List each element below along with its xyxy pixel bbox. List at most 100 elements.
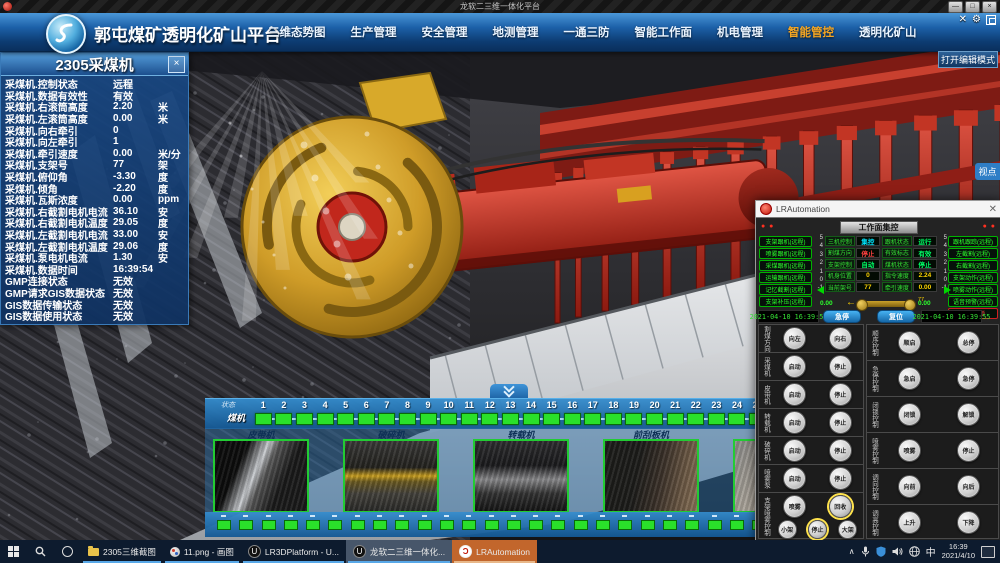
nav-item[interactable]: 智能工作面	[635, 24, 693, 40]
close-icon[interactable]: ✕	[989, 204, 997, 215]
follow-mode-button[interactable]: 喷雾动作(远程)	[948, 284, 998, 295]
control-button[interactable]: 启动	[783, 411, 806, 434]
control-button[interactable]: 大架	[838, 520, 857, 539]
control-button[interactable]: 向左	[783, 327, 806, 350]
control-button[interactable]: 停止	[829, 411, 852, 434]
scale-tick: 2	[814, 259, 823, 267]
close-icon[interactable]: ×	[168, 56, 185, 73]
control-button[interactable]: 启动	[783, 383, 806, 406]
control-button[interactable]: 启动	[783, 467, 806, 490]
camera-thumbnail[interactable]	[603, 439, 699, 513]
collapse-panel-tab[interactable]	[490, 384, 528, 398]
camera-thumbnail[interactable]	[473, 439, 569, 513]
shearer-glyph[interactable]: 77	[860, 301, 912, 307]
camera-thumbnail[interactable]	[343, 439, 439, 513]
support-status-indicator	[708, 520, 722, 530]
restore-window-icon[interactable]	[986, 15, 996, 25]
nav-item[interactable]: 三维态势图	[268, 24, 326, 40]
clock[interactable]: 16:39 2021/4/10	[942, 543, 975, 560]
notification-center-icon[interactable]	[981, 546, 995, 558]
control-button[interactable]: 顺启	[898, 331, 921, 354]
control-button[interactable]: 停止	[829, 467, 852, 490]
follow-mode-button[interactable]: 支架跟机(远程)	[759, 236, 812, 247]
status-value: 0	[856, 271, 880, 281]
minimize-button[interactable]: —	[948, 1, 963, 13]
start-button[interactable]	[0, 540, 27, 563]
taskbar-app-tab[interactable]: U龙软二三维一体化...	[346, 540, 452, 563]
follow-mode-button[interactable]: 支架补压(远程)	[759, 296, 812, 307]
speaker-icon[interactable]	[892, 546, 903, 557]
search-button[interactable]	[27, 540, 54, 563]
nav-item[interactable]: 安全管理	[422, 24, 468, 40]
header: 郭屯煤矿透明化矿山平台 三维态势图生产管理安全管理地测管理一通三防智能工作面机电…	[0, 13, 1000, 52]
control-button[interactable]: 停止	[829, 383, 852, 406]
follow-mode-button[interactable]: 运输跟机(远程)	[759, 272, 812, 283]
follow-mode-button[interactable]: 喷雾跟机(远程)	[759, 248, 812, 259]
control-button[interactable]: 停止	[829, 355, 852, 378]
close-button[interactable]: ×	[982, 1, 997, 13]
support-number: 17	[588, 400, 598, 413]
control-button[interactable]: 喷雾	[898, 439, 921, 462]
control-button[interactable]: 回收	[829, 495, 852, 518]
taskbar-app-tab[interactable]: 2305三维截图	[81, 540, 163, 563]
control-button[interactable]: 下降	[957, 511, 980, 534]
tools-icon[interactable]: ✕	[959, 15, 967, 25]
reset-button[interactable]: 复位	[877, 310, 915, 323]
network-globe-icon[interactable]	[909, 546, 920, 557]
control-button[interactable]: 急停	[957, 367, 980, 390]
control-button[interactable]: 上升	[898, 511, 921, 534]
microphone-icon[interactable]	[861, 546, 870, 557]
control-button[interactable]: 解锁	[957, 403, 980, 426]
nav-item[interactable]: 生产管理	[351, 24, 397, 40]
status-label: 机身位置	[825, 271, 855, 281]
open-edit-mode-button[interactable]: 打开编辑模式	[938, 51, 998, 68]
control-button[interactable]: 向前	[898, 475, 921, 498]
follow-mode-button[interactable]: 支架动作(远程)	[948, 272, 998, 283]
control-button[interactable]: 启动	[783, 355, 806, 378]
control-button[interactable]: 停止	[957, 439, 980, 462]
control-button[interactable]: 喷雾	[783, 495, 806, 518]
camera-thumbnail[interactable]	[213, 439, 309, 513]
control-button[interactable]: 总停	[957, 331, 980, 354]
control-button[interactable]: 停止	[808, 520, 827, 539]
taskbar-app-tab[interactable]: ƆLRAutomation	[452, 540, 537, 563]
estop-button[interactable]: 急停	[823, 310, 861, 323]
taskbar-app-tab[interactable]: ULR3DPlatform - U...	[241, 540, 346, 563]
follow-mode-button[interactable]: 左截割(远程)	[948, 248, 998, 259]
follow-mode-button[interactable]: 记忆截割(远程)	[759, 284, 812, 295]
data-value: 1.30	[113, 252, 158, 263]
viewpoint-tab[interactable]: 视点	[975, 163, 1000, 180]
shearer-position-slider[interactable]: 0.00 ← 77 0.00	[820, 296, 944, 310]
security-shield-icon[interactable]	[876, 546, 886, 557]
workface-control-tab[interactable]: 工作面集控	[840, 221, 918, 234]
follow-mode-button[interactable]: 右截割(远程)	[948, 260, 998, 271]
control-button[interactable]: 急启	[898, 367, 921, 390]
maximize-button[interactable]: □	[965, 1, 980, 13]
control-button[interactable]: 向右	[829, 327, 852, 350]
control-button[interactable]: 停止	[829, 439, 852, 462]
nav-item[interactable]: 智能管控	[788, 24, 834, 40]
tray-expand-icon[interactable]: ∧	[849, 547, 855, 556]
settings-gear-icon[interactable]: ⚙	[972, 15, 981, 25]
nav-item[interactable]: 地测管理	[493, 24, 539, 40]
nav-item[interactable]: 透明化矿山	[859, 24, 917, 40]
control-button[interactable]: 启动	[783, 439, 806, 462]
nav-item[interactable]: 机电管理	[717, 24, 763, 40]
data-value: 2.20	[113, 101, 158, 112]
support-number: 1	[261, 400, 266, 413]
follow-mode-button[interactable]: 语音预警(远程)	[948, 296, 998, 307]
follow-mode-button[interactable]: 跟机跟踪(远程)	[948, 236, 998, 247]
nav-item[interactable]: 一通三防	[564, 24, 610, 40]
taskbar-app-tab[interactable]: 11.png - 画图	[163, 540, 241, 563]
control-button[interactable]: 闭锁	[898, 403, 921, 426]
support-number: 15	[547, 400, 557, 413]
control-button-area: 割煤方向向左向右采煤机启动停止皮带机启动停止转载机启动停止破碎机启动停止喷雾泵启…	[756, 324, 1000, 539]
support-cell: 3	[294, 400, 315, 425]
ime-indicator[interactable]: 中	[926, 544, 936, 559]
control-button[interactable]: 小架	[778, 520, 797, 539]
task-view-button[interactable]	[54, 540, 81, 563]
support-status-indicator	[596, 520, 610, 530]
follow-mode-button[interactable]: 采煤跟机(远程)	[759, 260, 812, 271]
lr-titlebar[interactable]: LRAutomation ✕	[756, 201, 1000, 217]
control-button[interactable]: 向后	[957, 475, 980, 498]
